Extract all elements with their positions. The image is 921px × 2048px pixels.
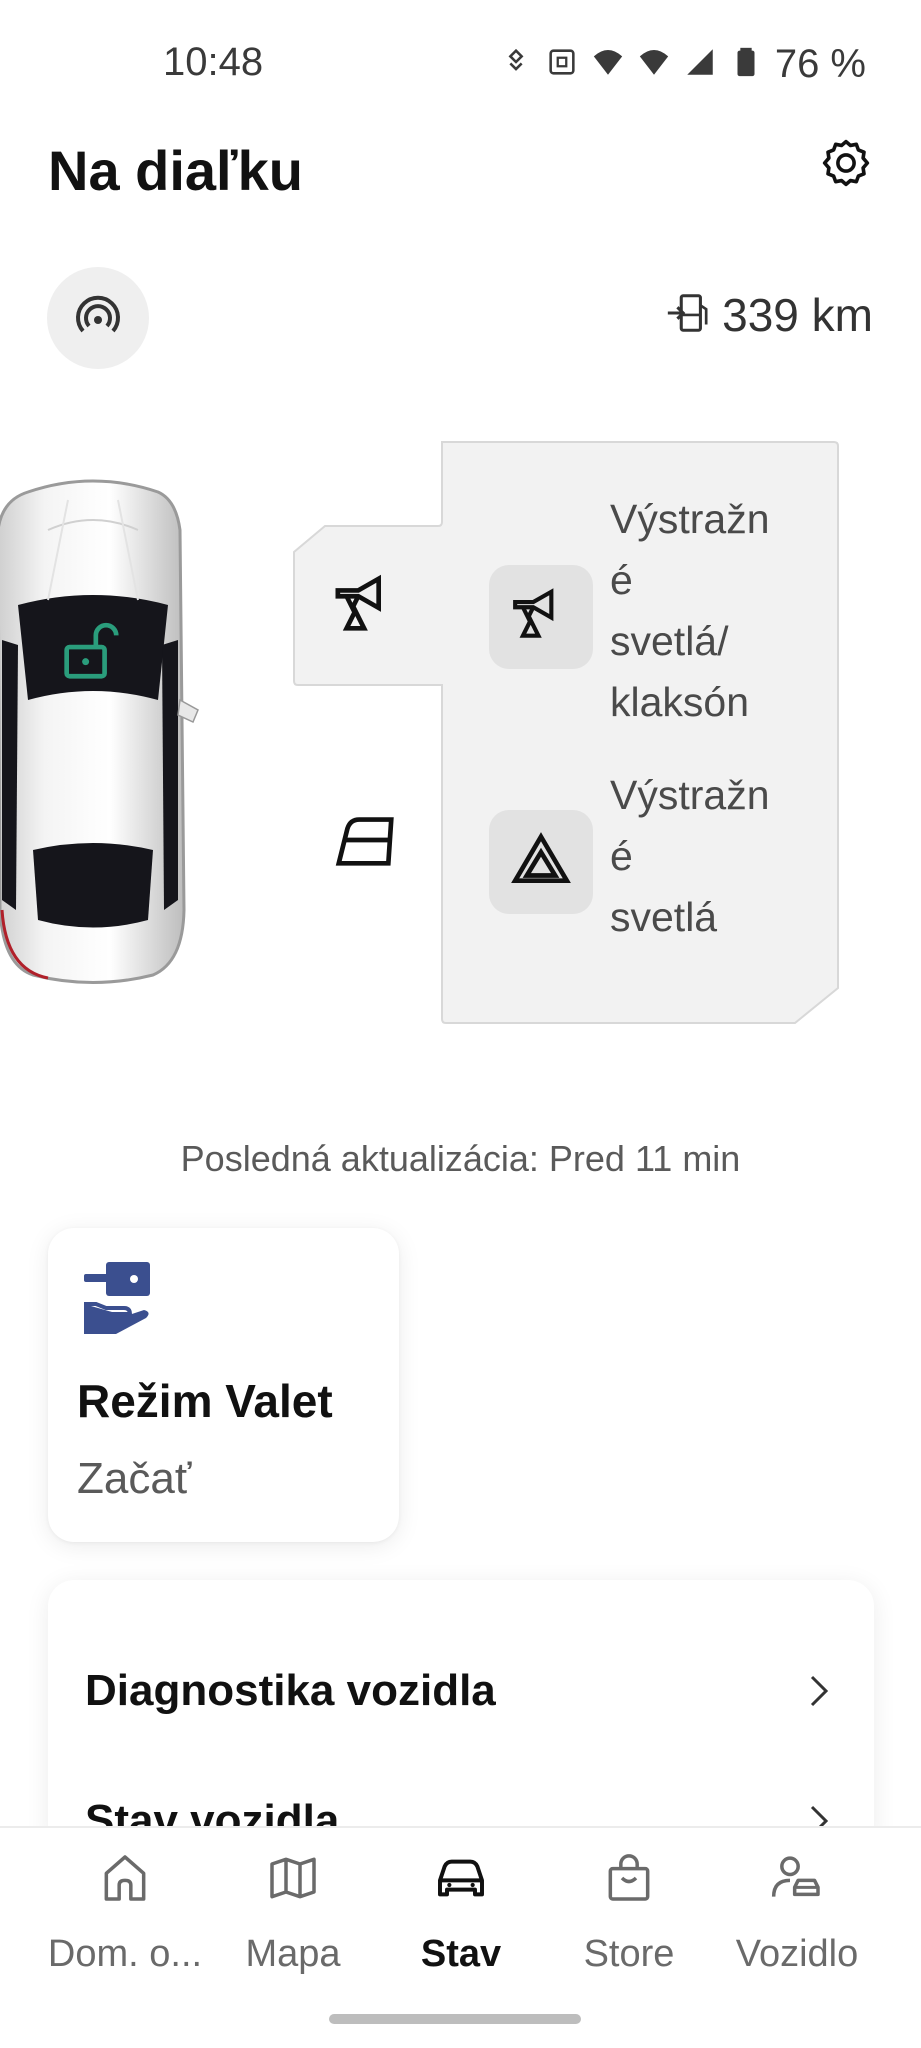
remote-signal-icon xyxy=(74,292,122,345)
horn-lights-icon xyxy=(332,570,402,640)
nav-label: Store xyxy=(583,1933,675,1975)
remote-connect-button[interactable] xyxy=(47,267,149,369)
shopping-bag-icon xyxy=(601,1850,657,1911)
status-icons: 76 % xyxy=(499,42,866,87)
horn-lights-button[interactable] xyxy=(489,565,593,669)
nav-label: Stav xyxy=(420,1933,502,1975)
nav-item-store[interactable]: Store xyxy=(539,1850,719,1976)
nav-label: Vozidlo xyxy=(735,1933,859,1975)
valet-mode-card[interactable]: Režim Valet Začať xyxy=(48,1228,399,1542)
vehicle-overview: Výstražn é svetlá/ klaksón Výstražn é sv… xyxy=(0,420,921,1040)
chevron-right-icon xyxy=(810,1675,829,1707)
car-top-view xyxy=(0,479,199,984)
sync-icon xyxy=(499,45,533,84)
map-icon xyxy=(265,1850,321,1911)
battery-icon xyxy=(729,45,763,84)
car-icon xyxy=(433,1850,489,1911)
page-title: Na diaľku xyxy=(48,139,303,202)
status-time: 10:48 xyxy=(163,40,264,84)
last-update-text: Posledná aktualizácia: Pred 11 min xyxy=(180,1138,741,1179)
person-car-icon xyxy=(769,1850,825,1911)
hazard-lights-label: Výstražn é svetlá xyxy=(610,772,770,940)
range-indicator: 339 km xyxy=(664,288,873,342)
settings-button[interactable] xyxy=(815,134,877,196)
wifi-icon xyxy=(637,45,671,84)
valet-title: Režim Valet xyxy=(77,1375,333,1427)
nav-item-map[interactable]: Mapa xyxy=(203,1850,383,1976)
nav-item-home[interactable]: Dom. o... xyxy=(35,1850,215,1976)
fuel-range-icon xyxy=(664,290,710,341)
nav-label: Mapa xyxy=(245,1933,341,1975)
horn-lights-label: Výstražn é svetlá/ klaksón xyxy=(610,496,770,725)
list-item-label: Diagnostika vozidla xyxy=(85,1666,496,1715)
nav-item-vehicle[interactable]: Vozidlo xyxy=(707,1850,887,1976)
signal-icon xyxy=(683,45,717,84)
hazard-lights-button[interactable] xyxy=(489,810,593,914)
horn-lights-icon xyxy=(510,584,572,651)
list-item-diagnostics[interactable]: Diagnostika vozidla xyxy=(48,1636,874,1746)
nav-item-status[interactable]: Stav xyxy=(371,1850,551,1976)
hazard-icon xyxy=(510,829,572,896)
valet-subtitle: Začať xyxy=(77,1454,192,1503)
wifi-icon xyxy=(591,45,625,84)
nfc-icon xyxy=(545,45,579,84)
lock-status-icon xyxy=(55,615,125,685)
valet-key-icon xyxy=(84,1262,150,1334)
window-icon xyxy=(330,805,400,875)
gear-icon xyxy=(819,136,873,195)
nav-label: Dom. o... xyxy=(47,1933,203,1975)
home-icon xyxy=(97,1850,153,1911)
vehicle-menu-list: Diagnostika vozidla Stav vozidla xyxy=(48,1580,874,1840)
status-bar: 10:48 76 % xyxy=(0,0,921,125)
battery-percent: 76 % xyxy=(774,42,866,86)
range-value: 339 km xyxy=(722,289,873,341)
home-indicator[interactable] xyxy=(329,2014,581,2024)
